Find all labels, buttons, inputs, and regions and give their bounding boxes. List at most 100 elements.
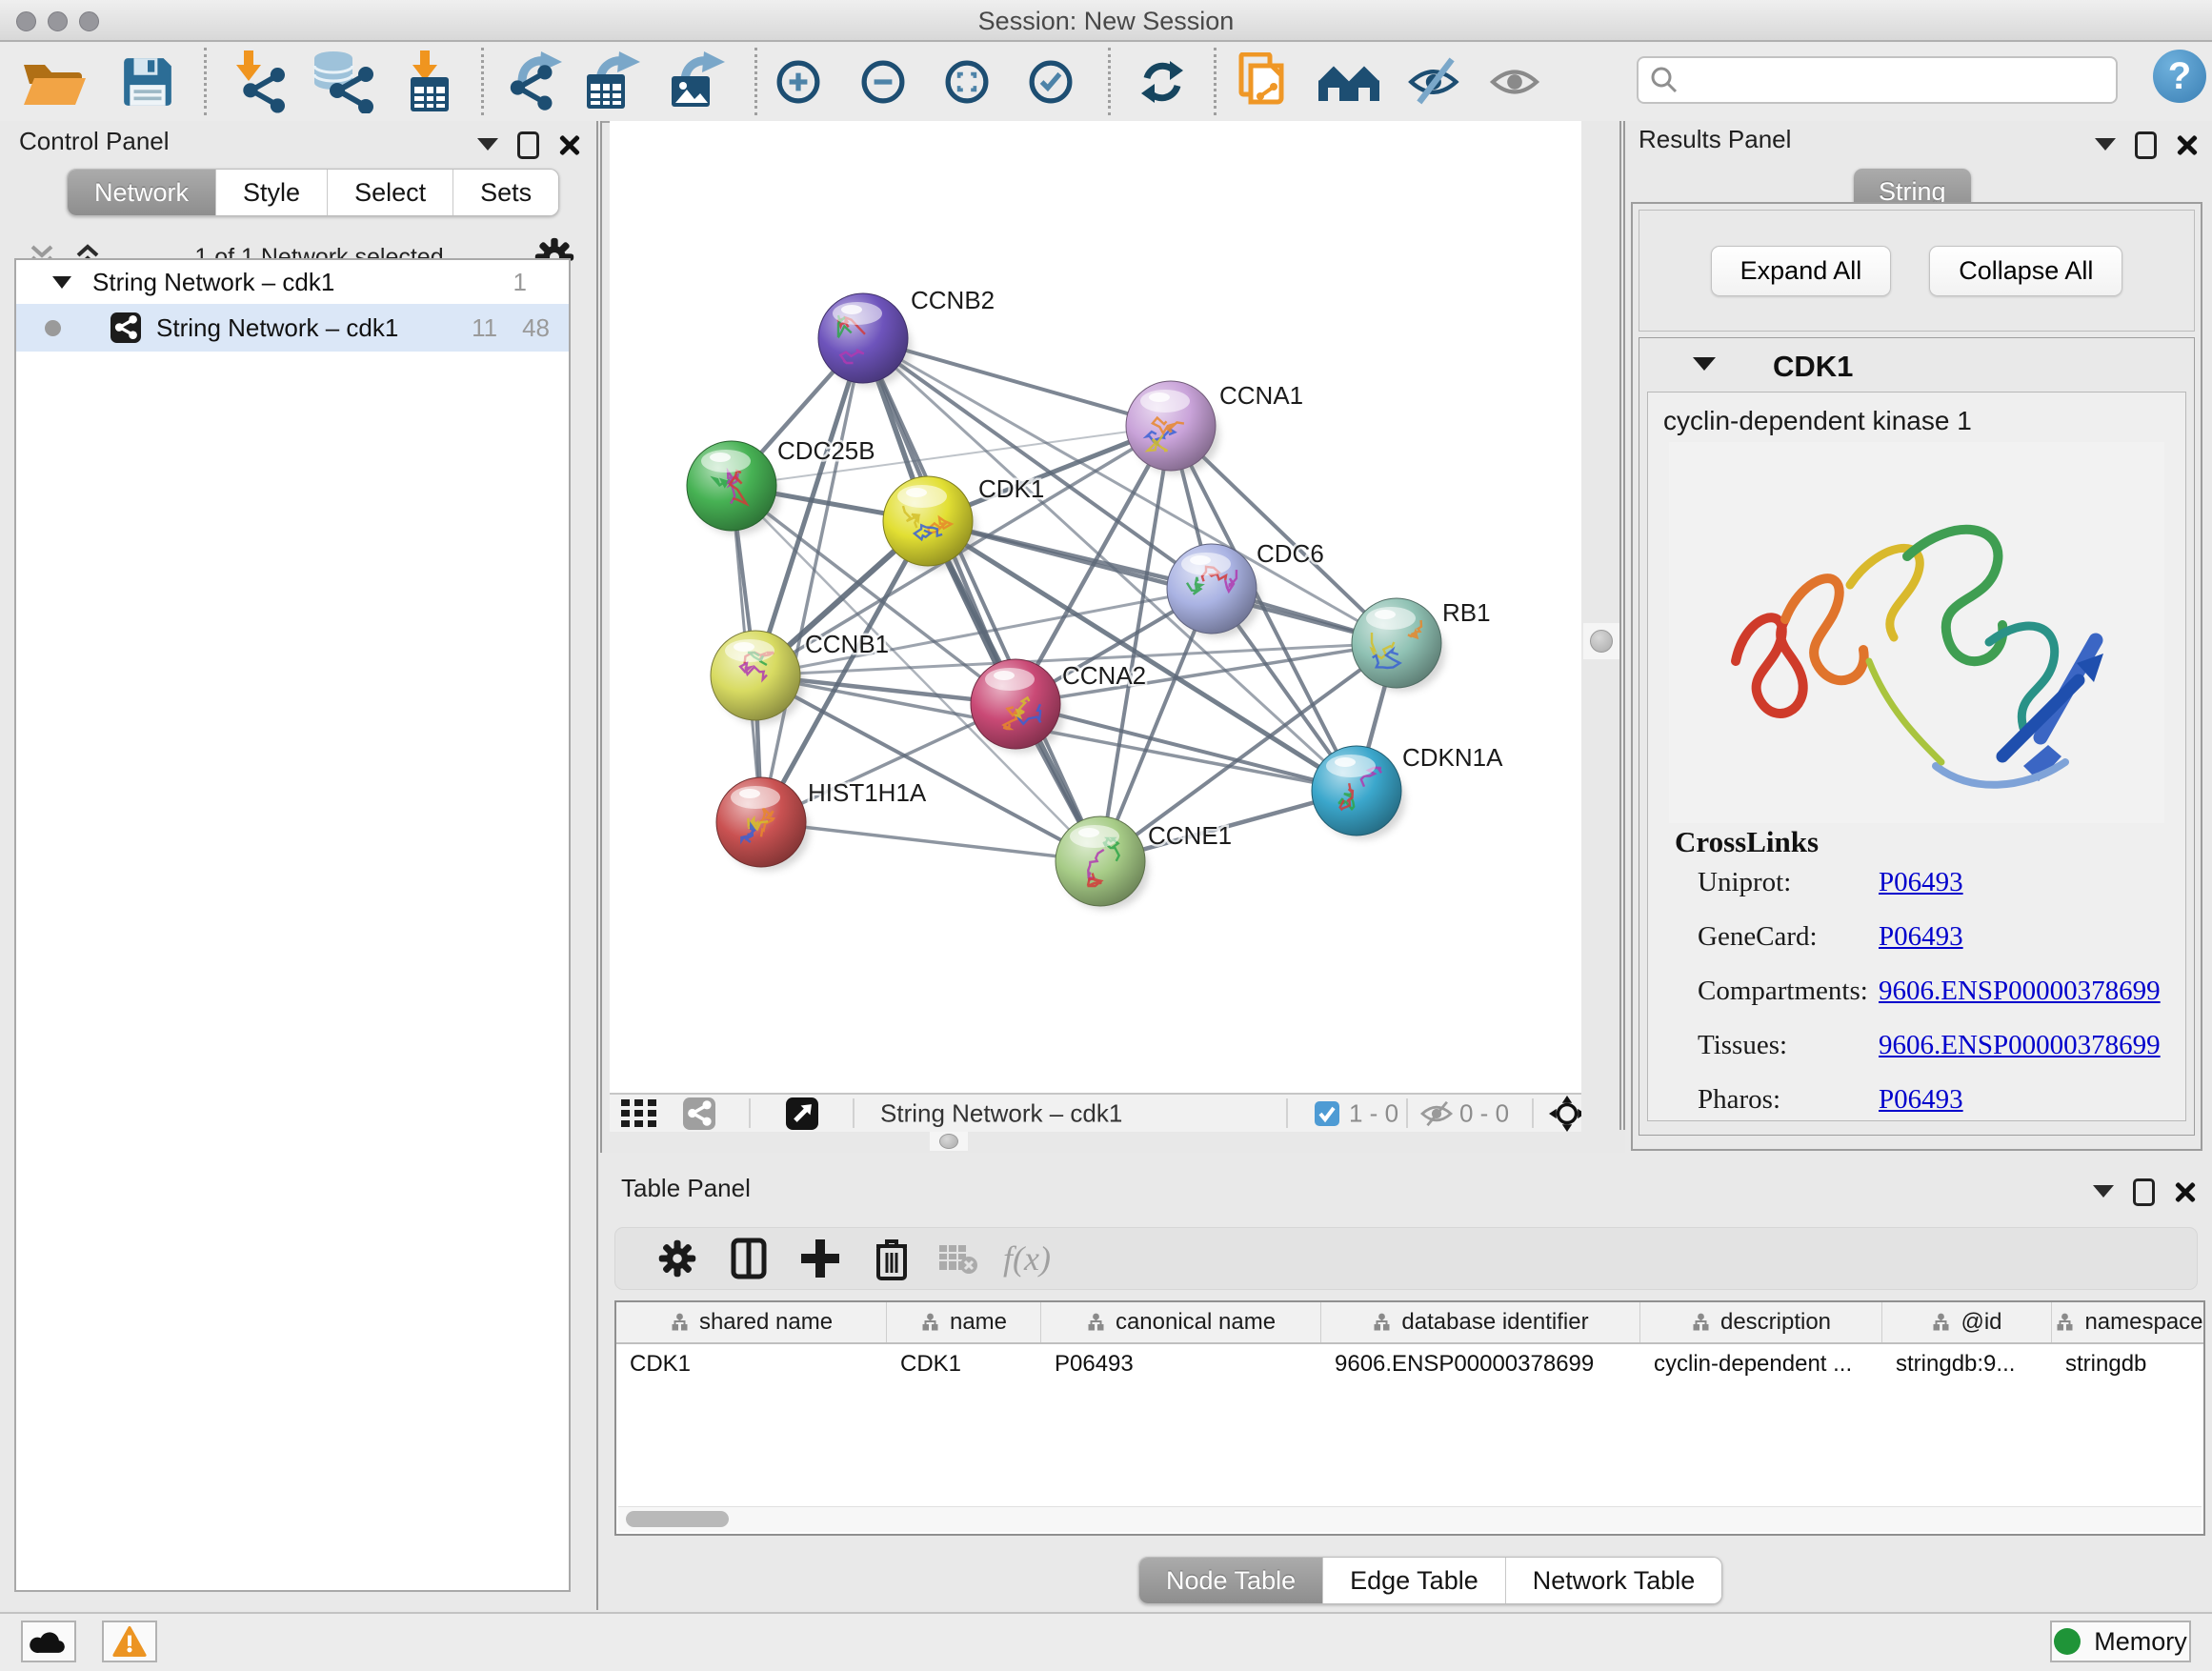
network-graph[interactable]: CCNB2CCNA1CDC25BCDK1CDC6RB1CCNB1CCNA2CDK… (610, 121, 1581, 1093)
export-network-button[interactable] (507, 51, 566, 112)
network-overview-button[interactable] (680, 1097, 718, 1130)
float-panel-icon[interactable] (2133, 1178, 2155, 1206)
hidden-toggle[interactable] (1419, 1099, 1454, 1128)
svg-text:RB1: RB1 (1442, 598, 1491, 627)
search-field[interactable] (1637, 56, 2118, 104)
save-session-button[interactable] (120, 54, 175, 110)
table-horizontal-scrollbar[interactable] (618, 1506, 2202, 1532)
selected-checkbox[interactable] (1315, 1101, 1339, 1126)
section-expander-icon[interactable] (1693, 357, 1716, 382)
control-panel: Control Panel NetworkStyleSelectSets 1 o… (0, 121, 602, 1610)
zoom-out-button[interactable] (861, 60, 905, 104)
table-cell[interactable]: cyclin-dependent ... (1640, 1344, 1882, 1384)
column-header-@id[interactable]: @id (1882, 1302, 2052, 1342)
zoom-in-button[interactable] (776, 60, 820, 104)
fit-selected-button[interactable] (1549, 1096, 1585, 1132)
close-panel-icon[interactable] (558, 133, 581, 156)
float-panel-icon[interactable] (517, 131, 539, 159)
delete-table-button-disabled (937, 1241, 979, 1276)
crosslink-link[interactable]: P06493 (1879, 867, 1963, 898)
network-collection-row[interactable]: String Network – cdk1 1 (16, 260, 569, 304)
tab-network-table[interactable]: Network Table (1506, 1558, 1722, 1603)
tab-network[interactable]: Network (68, 170, 216, 215)
checkbox-checked-icon (1315, 1101, 1339, 1126)
tab-edge-table[interactable]: Edge Table (1323, 1558, 1506, 1603)
zoom-selected-button[interactable] (1029, 60, 1073, 104)
import-network-database-button[interactable] (312, 50, 375, 113)
column-header-database-identifier[interactable]: database identifier (1321, 1302, 1640, 1342)
panel-menu-icon[interactable] (477, 138, 498, 161)
tab-sets[interactable]: Sets (453, 170, 558, 215)
help-button[interactable]: ? (2153, 50, 2206, 103)
column-header-canonical-name[interactable]: canonical name (1041, 1302, 1321, 1342)
hide-graphics-details-button[interactable] (1407, 57, 1464, 107)
import-network-file-button[interactable] (231, 50, 290, 113)
horizontal-splitter-handle[interactable] (930, 1132, 968, 1151)
column-header-name[interactable]: name (887, 1302, 1041, 1342)
collapse-all-button[interactable]: Collapse All (1929, 246, 2122, 296)
table-cell[interactable]: stringdb (2052, 1344, 2205, 1384)
export-table-icon (583, 51, 640, 112)
table-panel-controls (2093, 1176, 2197, 1208)
svg-text:CCNB1: CCNB1 (805, 630, 889, 658)
network-row-selected[interactable]: String Network – cdk1 11 48 (16, 304, 569, 352)
panel-menu-icon[interactable] (2095, 138, 2116, 161)
table-cell[interactable]: 9606.ENSP00000378699 (1321, 1344, 1640, 1384)
export-table-button[interactable] (583, 51, 640, 112)
collection-expander-icon[interactable] (52, 276, 71, 298)
export-image-button[interactable] (668, 51, 725, 112)
footer-network-name: String Network – cdk1 (880, 1098, 1122, 1128)
crosslink-link[interactable]: P06493 (1879, 921, 1963, 953)
expand-all-button[interactable]: Expand All (1711, 246, 1892, 296)
panel-menu-icon[interactable] (2093, 1185, 2114, 1208)
home-button[interactable] (1317, 59, 1381, 105)
table-cell[interactable]: CDK1 (887, 1344, 1041, 1384)
close-panel-icon[interactable] (2174, 1180, 2197, 1203)
table-row[interactable]: CDK1CDK1P064939606.ENSP00000378699cyclin… (616, 1344, 2203, 1384)
splitter-handle[interactable] (1583, 623, 1619, 659)
close-panel-icon[interactable] (2176, 133, 2199, 156)
gene-section-header[interactable]: CDK1 (1639, 338, 2194, 392)
crosslink-link[interactable]: P06493 (1879, 1084, 1963, 1116)
crosslink-link[interactable]: 9606.ENSP00000378699 (1879, 976, 2161, 1007)
column-header-description[interactable]: description (1640, 1302, 1882, 1342)
cloud-status-button[interactable] (21, 1621, 76, 1662)
show-columns-button[interactable] (731, 1238, 767, 1279)
crosslink-row: GeneCard:P06493 (1698, 921, 2185, 953)
documents-button[interactable] (1237, 52, 1293, 111)
table-settings-button[interactable] (657, 1238, 697, 1278)
tab-style[interactable]: Style (216, 170, 328, 215)
table-cell[interactable]: CDK1 (616, 1344, 887, 1384)
table-cell[interactable]: stringdb:9... (1882, 1344, 2052, 1384)
fit-content-button[interactable] (945, 60, 989, 104)
column-header-namespace[interactable]: namespace (2052, 1302, 2205, 1342)
search-input[interactable] (1688, 65, 2116, 96)
gene-details: cyclin-dependent kinase 1 (1647, 392, 2186, 1121)
table-cell[interactable]: P06493 (1041, 1344, 1321, 1384)
apply-layout-button[interactable] (1137, 57, 1187, 107)
crosslink-label: Tissues: (1698, 1030, 1879, 1061)
expand-collapse-box: Expand All Collapse All (1639, 210, 2195, 332)
crosshair-icon (1549, 1096, 1585, 1132)
delete-table-icon (937, 1241, 979, 1276)
create-column-button[interactable] (801, 1238, 839, 1279)
memory-button[interactable]: Memory (2050, 1621, 2191, 1662)
export-network-icon (507, 51, 566, 112)
tab-select[interactable]: Select (328, 170, 453, 215)
export-image-icon (668, 51, 725, 112)
tab-node-table[interactable]: Node Table (1139, 1558, 1323, 1603)
column-header-shared-name[interactable]: shared name (616, 1302, 887, 1342)
crosslink-link[interactable]: 9606.ENSP00000378699 (1879, 1030, 2161, 1061)
warnings-button[interactable] (102, 1621, 157, 1662)
collection-count: 1 (513, 268, 527, 297)
float-panel-icon[interactable] (2135, 131, 2157, 159)
zoom-selected-icon (1029, 60, 1073, 104)
open-session-button[interactable] (18, 53, 90, 111)
import-table-file-button[interactable] (403, 50, 456, 113)
network-view-canvas[interactable]: CCNB2CCNA1CDC25BCDK1CDC6RB1CCNB1CCNA2CDK… (610, 121, 1581, 1093)
show-graphics-details-button[interactable] (1488, 60, 1541, 104)
scrollbar-thumb[interactable] (626, 1511, 729, 1527)
birds-eye-grid-button[interactable] (621, 1099, 657, 1128)
open-in-window-button[interactable] (785, 1097, 819, 1130)
delete-column-button[interactable] (875, 1237, 909, 1280)
